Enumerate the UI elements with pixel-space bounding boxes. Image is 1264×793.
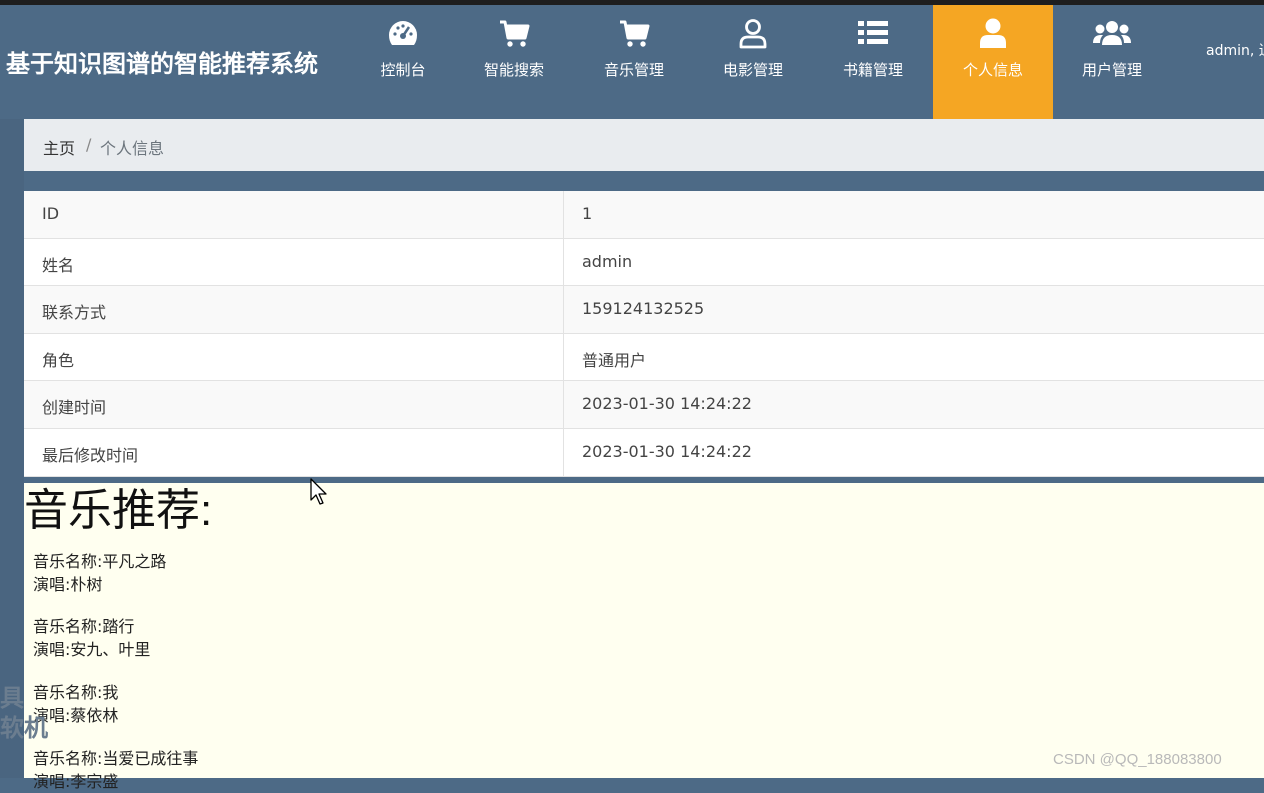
profile-table: ID 1 姓名 admin 联系方式 159124132525 角色 普通用户 …: [24, 191, 1264, 477]
column-divider: [563, 428, 564, 476]
cart-icon: [500, 20, 530, 47]
table-row: 姓名 admin: [24, 238, 1264, 287]
overlay-line: 具: [0, 684, 24, 712]
cart-icon: [620, 20, 650, 47]
column-divider: [563, 286, 564, 333]
field-value: 2023-01-30 14:24:22: [582, 394, 752, 414]
nav-label: 控制台: [380, 61, 426, 79]
field-label: 创建时间: [42, 398, 107, 418]
breadcrumb: 主页 / 个人信息: [24, 119, 1264, 171]
nav-label: 电影管理: [722, 61, 783, 79]
nav-item-music[interactable]: 音乐管理: [574, 5, 694, 119]
field-label: ID: [42, 204, 60, 223]
nav-item-profile[interactable]: 个人信息: [933, 5, 1053, 119]
list-item: 音乐名称:当爱已成往事 演唱:李宗盛: [33, 747, 198, 793]
overlay-text: 具 软机: [0, 683, 48, 743]
left-sidebar-edge: [0, 119, 24, 778]
overlay-line: 软机: [0, 714, 48, 742]
table-row: 创建时间 2023-01-30 14:24:22: [24, 381, 1264, 429]
nav-item-smart-search[interactable]: 智能搜索: [454, 5, 574, 119]
user-icon: [980, 18, 1006, 48]
field-label: 姓名: [42, 255, 75, 275]
table-row: 联系方式 159124132525: [24, 286, 1264, 334]
users-icon: [1093, 21, 1131, 45]
column-divider: [563, 191, 564, 238]
field-value: 普通用户: [582, 350, 647, 370]
column-divider: [563, 381, 564, 428]
watermark: CSDN @QQ_188083800: [1053, 751, 1222, 768]
music-name: 音乐名称:踏行: [33, 617, 135, 636]
nav-item-books[interactable]: 书籍管理: [813, 5, 933, 119]
music-recommendation-title: 音乐推荐:: [24, 486, 213, 535]
field-label: 最后修改时间: [42, 445, 139, 465]
dashboard-icon: [389, 21, 417, 45]
field-value: 1: [582, 204, 593, 223]
column-divider: [563, 238, 564, 286]
user-outline-icon: [739, 19, 767, 49]
breadcrumb-current: 个人信息: [100, 139, 165, 158]
nav-label: 书籍管理: [842, 61, 903, 79]
nav-label: 音乐管理: [603, 61, 664, 79]
field-label: 角色: [42, 350, 75, 370]
breadcrumb-home-link[interactable]: 主页: [43, 135, 75, 159]
app-title[interactable]: 基于知识图谱的智能推荐系统: [6, 44, 318, 79]
field-value: admin: [582, 251, 633, 271]
music-singer: 演唱:李宗盛: [33, 772, 119, 791]
field-label: 联系方式: [42, 303, 107, 323]
nav-label: 智能搜索: [483, 61, 544, 79]
user-logout-link[interactable]: admin, 退出登录: [1206, 42, 1264, 61]
nav-label: 用户管理: [1081, 61, 1142, 79]
table-row: 最后修改时间 2023-01-30 14:24:22: [24, 428, 1264, 477]
table-row: 角色 普通用户: [24, 333, 1264, 382]
list-icon: [858, 21, 888, 44]
field-value: 2023-01-30 14:24:22: [582, 441, 752, 461]
music-singer: 演唱:朴树: [33, 575, 103, 594]
field-value: 159124132525: [582, 299, 705, 319]
music-recommendation-panel: 音乐推荐: 音乐名称:平凡之路 演唱:朴树 音乐名称:踏行 演唱:安九、叶里 音…: [24, 483, 1264, 791]
music-name: 音乐名称:当爱已成往事: [33, 749, 199, 768]
breadcrumb-separator: /: [86, 135, 92, 154]
nav-item-dashboard[interactable]: 控制台: [343, 5, 463, 119]
table-row: ID 1: [24, 191, 1264, 239]
list-item: 音乐名称:踏行 演唱:安九、叶里: [33, 615, 150, 661]
nav-item-users[interactable]: 用户管理: [1052, 5, 1172, 119]
nav-item-movie[interactable]: 电影管理: [693, 5, 813, 119]
music-name: 音乐名称:平凡之路: [33, 552, 167, 571]
music-singer: 演唱:安九、叶里: [33, 640, 151, 659]
list-item: 音乐名称:平凡之路 演唱:朴树: [33, 550, 166, 596]
navbar: 基于知识图谱的智能推荐系统 控制台 智能搜索 音乐管理 电影管理 书籍管理 个人…: [0, 5, 1264, 119]
mouse-cursor-icon: [310, 478, 327, 505]
column-divider: [563, 333, 564, 381]
nav-label: 个人信息: [962, 61, 1023, 79]
